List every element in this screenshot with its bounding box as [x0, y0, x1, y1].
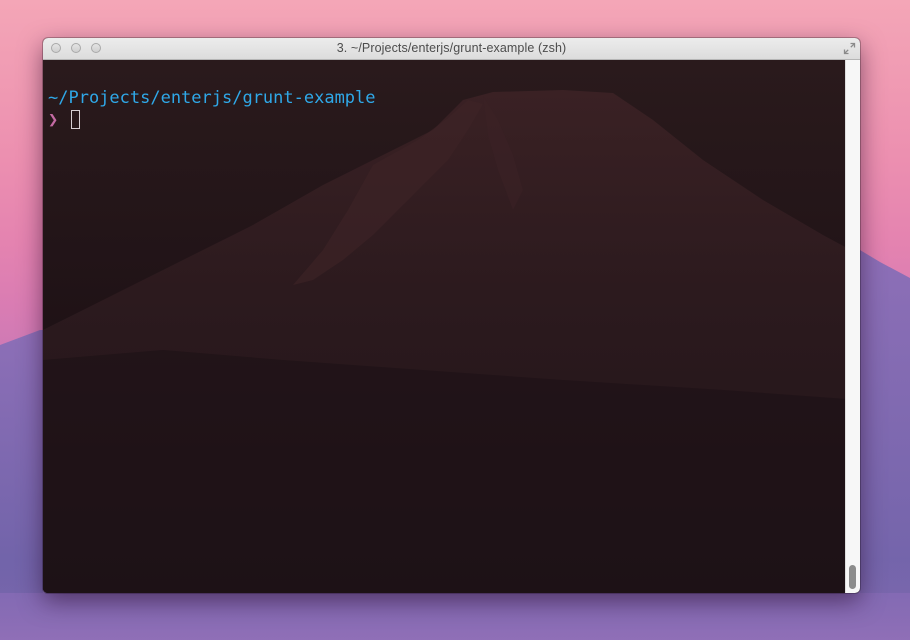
vertical-scrollbar[interactable] — [845, 60, 860, 593]
terminal-window[interactable]: 3. ~/Projects/enterjs/grunt-example (zsh… — [43, 38, 860, 593]
prompt-symbol: ❯ — [48, 110, 59, 130]
prompt-line[interactable]: ❯ — [48, 109, 376, 131]
scrollbar-thumb[interactable] — [849, 565, 856, 589]
fullscreen-arrows-icon[interactable] — [843, 42, 856, 55]
prompt-path: ~/Projects/enterjs/grunt-example — [48, 88, 376, 108]
text-cursor — [71, 110, 80, 129]
terminal-body[interactable]: ~/Projects/enterjs/grunt-example ❯ — [43, 60, 860, 593]
window-titlebar[interactable]: 3. ~/Projects/enterjs/grunt-example (zsh… — [43, 38, 860, 60]
window-title: 3. ~/Projects/enterjs/grunt-example (zsh… — [336, 41, 567, 55]
terminal-output[interactable]: ~/Projects/enterjs/grunt-example ❯ — [48, 87, 376, 131]
terminal-background-image — [43, 60, 860, 593]
